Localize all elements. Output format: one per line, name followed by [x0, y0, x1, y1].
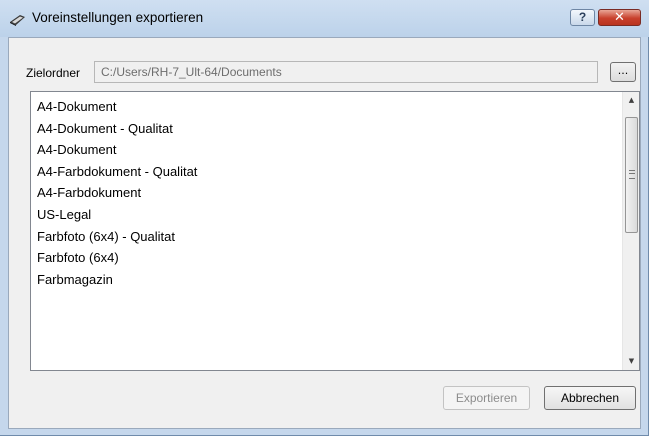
close-icon: ✕ [614, 10, 625, 25]
list-item[interactable]: A4-Dokument - Qualitat [37, 118, 197, 140]
list-item[interactable]: US-Legal [37, 204, 197, 226]
window-title: Voreinstellungen exportieren [32, 10, 204, 25]
help-button[interactable]: ? [570, 9, 595, 26]
export-button[interactable]: Exportieren [443, 386, 530, 410]
title-bar[interactable]: Voreinstellungen exportieren ? ✕ [0, 0, 649, 37]
vertical-scrollbar[interactable]: ▲ ▼ [622, 92, 639, 370]
close-button[interactable]: ✕ [598, 9, 641, 26]
preset-list-items: A4-Dokument A4-Dokument - Qualitat A4-Do… [37, 96, 197, 290]
scanner-icon [10, 15, 25, 26]
preset-list[interactable]: A4-Dokument A4-Dokument - Qualitat A4-Do… [30, 91, 640, 371]
chevron-up-icon[interactable]: ▲ [623, 92, 640, 109]
list-item[interactable]: A4-Farbdokument [37, 182, 197, 204]
chevron-down-icon[interactable]: ▼ [623, 353, 640, 370]
list-item[interactable]: Farbfoto (6x4) [37, 247, 197, 269]
list-item[interactable]: A4-Dokument [37, 96, 197, 118]
list-item[interactable]: Farbfoto (6x4) - Qualitat [37, 226, 197, 248]
cancel-button[interactable]: Abbrechen [544, 386, 636, 410]
destination-folder-label: Zielordner [26, 66, 81, 80]
browse-button[interactable]: ... [610, 62, 636, 82]
list-item[interactable]: A4-Dokument [37, 139, 197, 161]
destination-folder-field[interactable]: C:/Users/RH-7_Ult-64/Documents [94, 61, 598, 83]
list-item[interactable]: A4-Farbdokument - Qualitat [37, 161, 197, 183]
scrollbar-thumb[interactable] [625, 117, 638, 233]
grip-icon [629, 170, 635, 179]
list-item[interactable]: Farbmagazin [37, 269, 197, 291]
